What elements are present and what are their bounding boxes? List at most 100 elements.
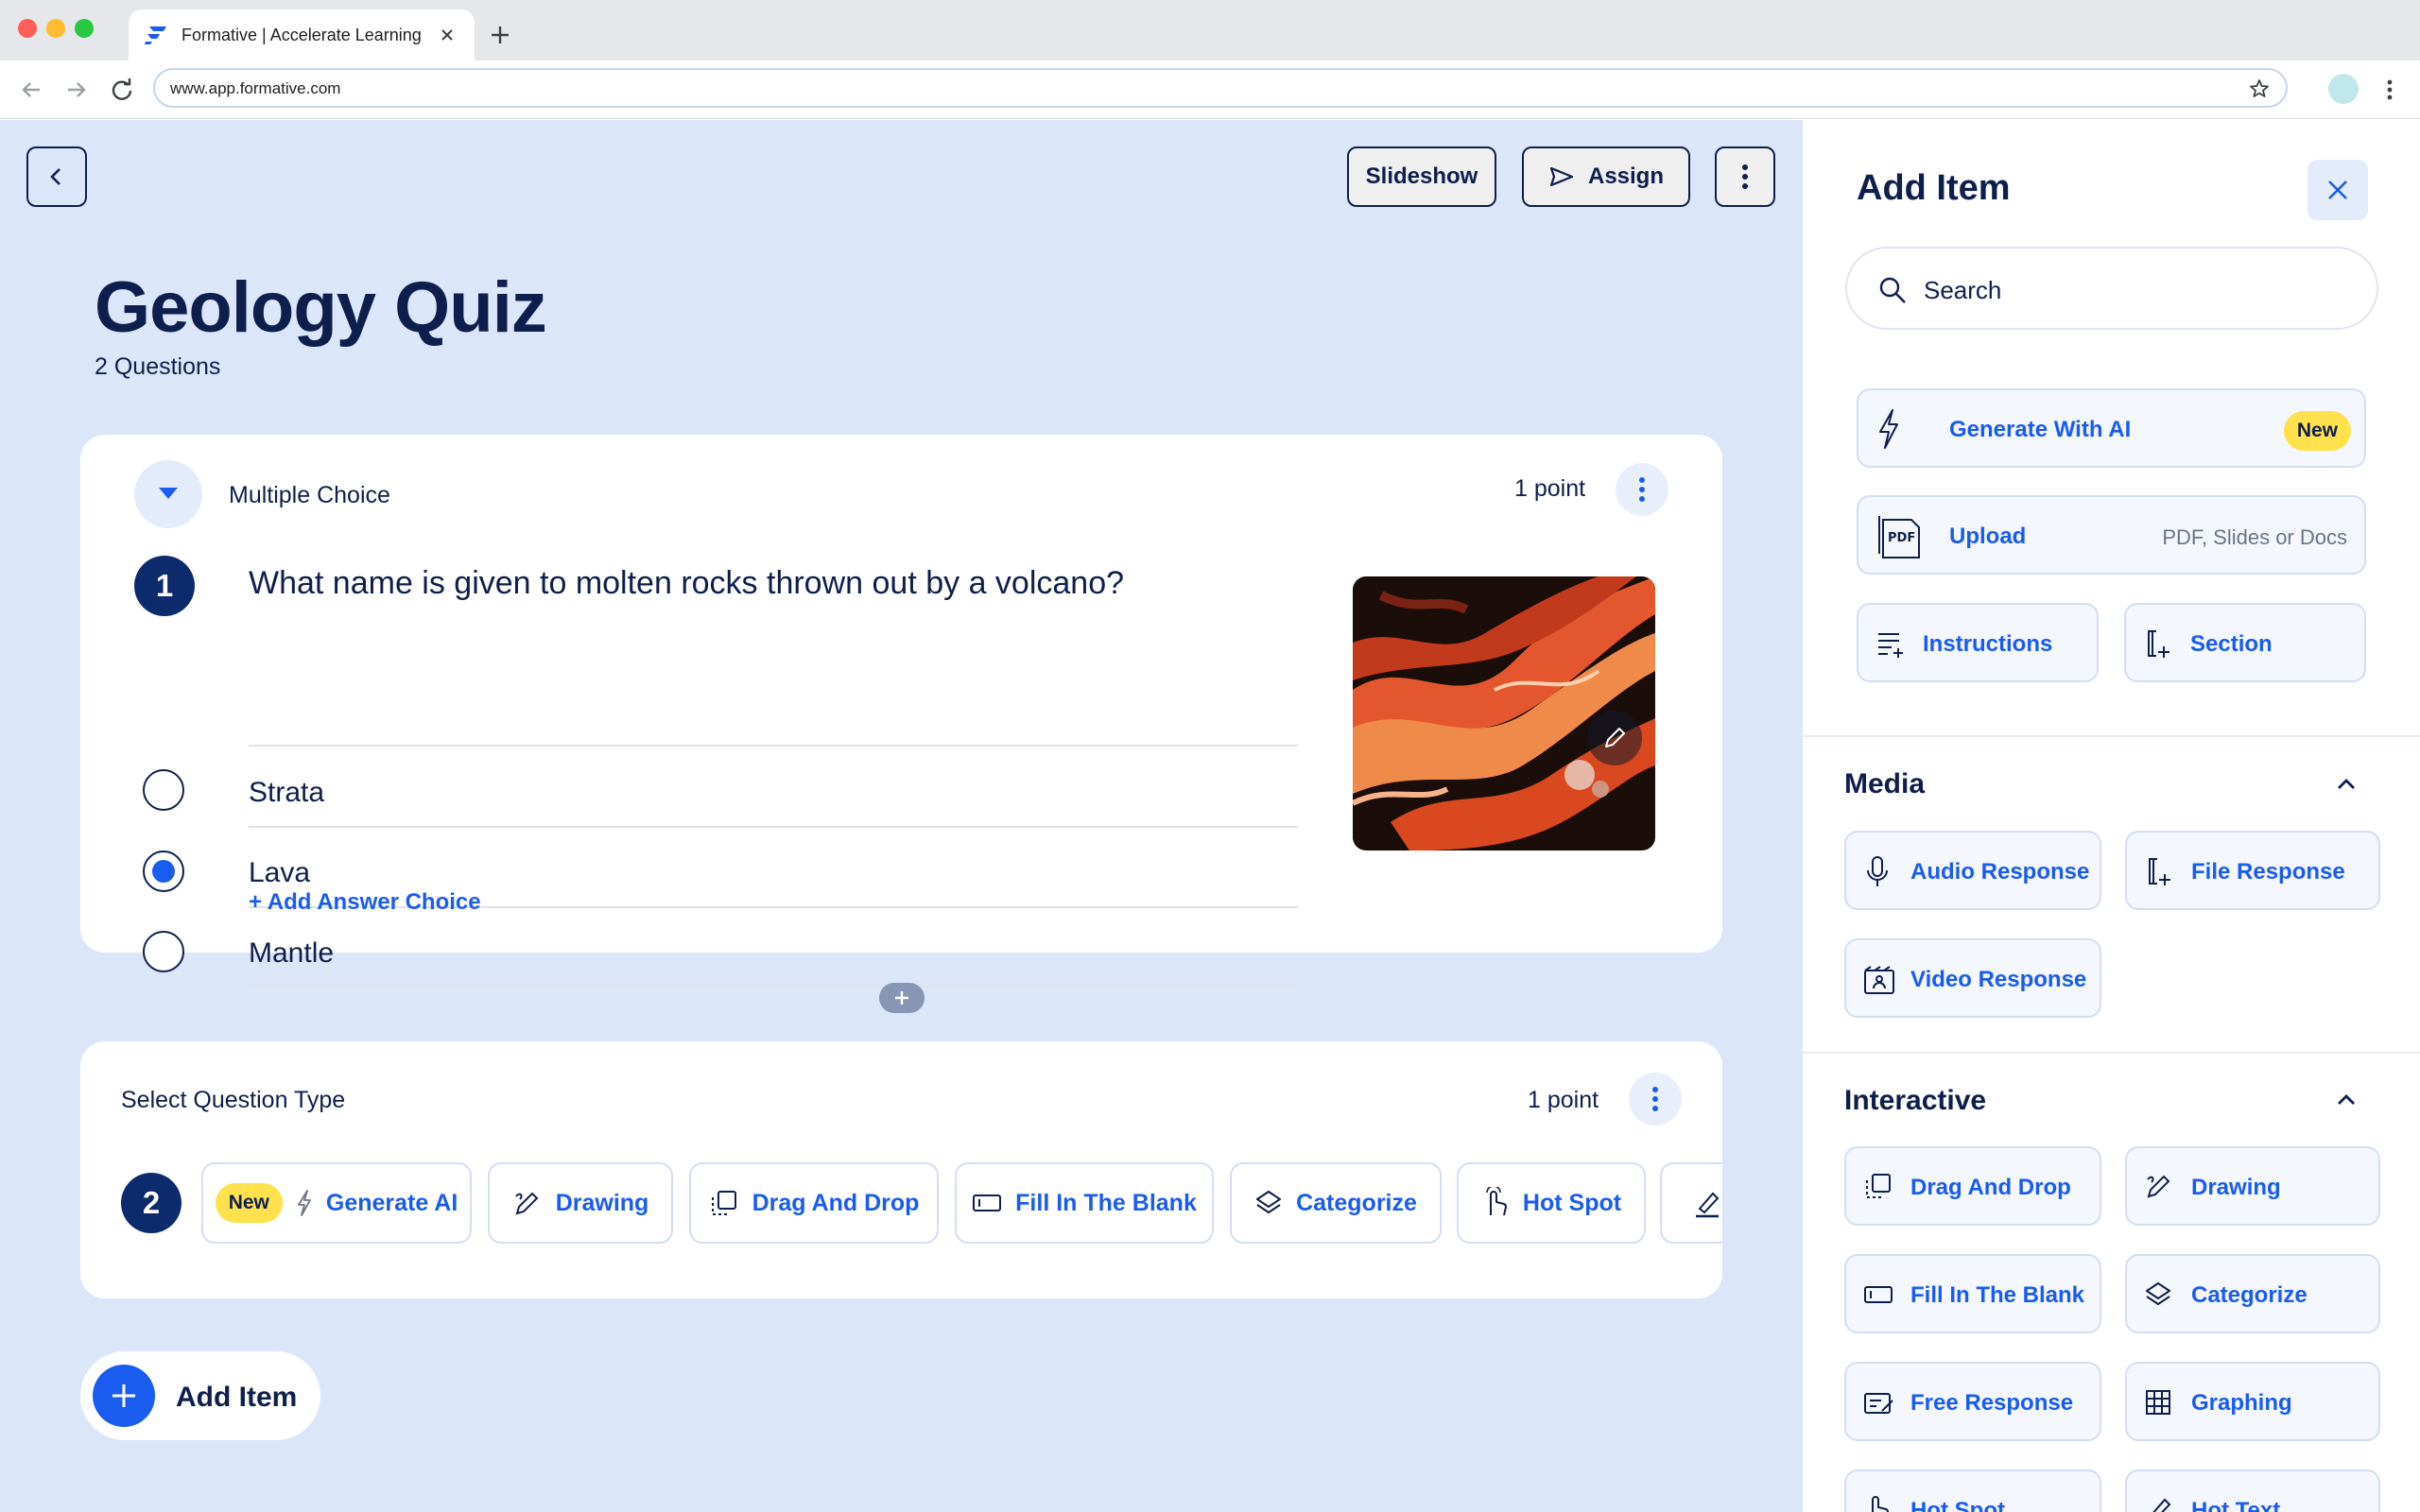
browser-menu-icon[interactable] [2378,76,2401,104]
chip-hot-spot[interactable]: Hot Spot [1457,1162,1646,1244]
slideshow-button[interactable]: Slideshow [1347,146,1496,207]
chevron-up-icon[interactable] [2334,772,2359,797]
window-minimize-dot[interactable] [46,19,65,38]
interactive-hot-spot-button[interactable]: Hot Spot [1844,1469,2101,1512]
panel-close-button[interactable] [2308,160,2368,220]
edit-image-button[interactable] [1587,711,1642,765]
browser-reload-icon[interactable] [108,76,136,104]
assign-button[interactable]: Assign [1522,146,1690,207]
interactive-section-heading[interactable]: Interactive [1844,1085,1986,1117]
upload-button[interactable]: PDF Upload PDF, Slides or Docs [1857,495,2366,575]
media-item-label: Audio Response [1910,859,2090,885]
add-item-button[interactable]: Add Item [80,1351,320,1440]
collapse-question-button[interactable] [134,460,202,528]
browser-tab[interactable]: Formative | Accelerate Learning [129,9,475,60]
audio-response-button[interactable]: Audio Response [1844,831,2101,910]
profile-avatar[interactable] [2328,74,2359,104]
tab-close-icon[interactable] [437,25,458,45]
video-response-button[interactable]: Video Response [1844,938,2101,1018]
instructions-button[interactable]: Instructions [1857,603,2099,682]
interactive-item-label: Drawing [2191,1175,2281,1200]
more-options-button[interactable] [1715,146,1775,207]
answer-choice-text[interactable]: Lava [249,857,310,889]
tab-title: Formative | Accelerate Learning [182,26,422,44]
plus-icon [895,991,908,1005]
chip-fill-in-the-blank[interactable]: Fill In The Blank [955,1162,1214,1244]
item-search-input[interactable]: Search [1845,247,2378,330]
interactive-hot-text-button[interactable]: Hot Text [2125,1469,2380,1512]
question-type-label[interactable]: Multiple Choice [229,482,390,509]
media-section-heading[interactable]: Media [1844,768,1925,800]
close-icon [2328,180,2347,199]
layers-icon [2146,1282,2170,1306]
chip-highlight[interactable] [1660,1162,1722,1244]
chip-label: Hot Spot [1522,1189,1622,1216]
chip-categorize[interactable]: Categorize [1230,1162,1442,1244]
question-points[interactable]: 1 point [1528,1087,1599,1114]
svg-text:PDF: PDF [1888,531,1915,545]
divider [249,986,1298,988]
panel-divider [1803,1052,2420,1054]
browser-forward-icon[interactable] [62,76,91,104]
chevron-left-icon [50,168,60,185]
bookmark-star-icon[interactable] [2248,77,2271,100]
pencil-scribble-icon [2147,1175,2170,1198]
quiz-title[interactable]: Geology Quiz [95,266,547,349]
caret-down-icon [159,488,178,499]
list-lines-icon [1878,633,1903,658]
interactive-item-label: Hot Text [2191,1498,2281,1512]
chip-drag-and-drop[interactable]: Drag And Drop [689,1162,939,1244]
answer-radio-lava[interactable] [143,850,184,892]
chip-label: Categorize [1296,1189,1417,1216]
plus-icon [112,1384,135,1407]
insert-item-button[interactable] [879,983,925,1013]
formative-logo-icon [144,25,168,45]
answer-choice-text[interactable]: Mantle [249,937,334,970]
address-bar-url: www.app.formative.com [170,79,341,97]
highlighter-icon [1696,1192,1720,1218]
question-text[interactable]: What name is given to molten rocks throw… [249,565,1124,602]
interactive-free-response-button[interactable]: Free Response [1844,1362,2101,1441]
question-count: 2 Questions [95,353,221,380]
section-add-icon [2148,630,2169,658]
generate-with-ai-button[interactable]: Generate With AI New [1857,388,2366,468]
back-button[interactable] [26,146,87,207]
window-close-dot[interactable] [18,19,37,38]
interactive-drawing-button[interactable]: Drawing [2125,1146,2380,1226]
interactive-item-label: Categorize [2191,1282,2308,1308]
instructions-label: Instructions [1923,631,2053,657]
address-bar[interactable]: www.app.formative.com [153,68,2288,108]
upload-hint: PDF, Slides or Docs [2162,525,2347,549]
answer-radio-strata[interactable] [143,769,184,811]
file-response-button[interactable]: File Response [2125,831,2380,910]
interactive-item-label: Hot Spot [1910,1498,2005,1512]
question-menu-button[interactable] [1629,1073,1682,1125]
text-field-icon [973,1194,1002,1211]
chevron-up-icon[interactable] [2334,1088,2359,1112]
chip-drawing[interactable]: Drawing [488,1162,673,1244]
panel-title: Add Item [1857,168,2011,208]
chip-label: Drag And Drop [752,1189,920,1216]
new-tab-icon[interactable] [486,21,514,49]
browser-back-icon[interactable] [17,76,45,104]
generate-with-ai-label: Generate With AI [1949,417,2132,442]
question-points[interactable]: 1 point [1514,475,1585,503]
section-button[interactable]: Section [2124,603,2366,682]
interactive-fill-in-the-blank-button[interactable]: Fill In The Blank [1844,1254,2101,1333]
interactive-drag-and-drop-button[interactable]: Drag And Drop [1844,1146,2101,1226]
divider [249,745,1298,747]
chip-generate-ai[interactable]: New Generate AI [201,1162,472,1244]
add-item-label: Add Item [176,1382,298,1413]
interactive-graphing-button[interactable]: Graphing [2125,1362,2380,1441]
chip-label: Generate AI [325,1189,458,1216]
answer-radio-mantle[interactable] [143,931,184,972]
select-question-type-label: Select Question Type [121,1087,346,1113]
interactive-categorize-button[interactable]: Categorize [2125,1254,2380,1333]
browser-tab-bar: Formative | Accelerate Learning [0,0,2420,60]
window-zoom-dot[interactable] [75,19,94,38]
send-icon [1549,166,1574,187]
drag-drop-icon [1866,1174,1891,1198]
question-menu-button[interactable] [1616,463,1668,516]
answer-choice-text[interactable]: Strata [249,777,324,809]
add-answer-choice-link[interactable]: + Add Answer Choice [249,889,481,916]
